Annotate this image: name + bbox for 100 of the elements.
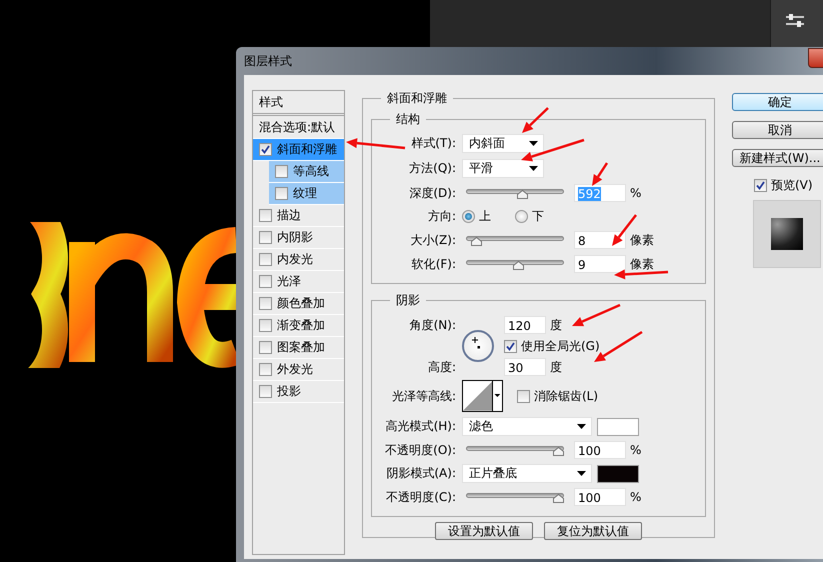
- style-item[interactable]: 描边: [253, 205, 344, 227]
- style-label: 斜面和浮雕: [277, 141, 337, 158]
- angle-dial[interactable]: [462, 330, 494, 362]
- caret-icon: [492, 381, 502, 411]
- field-label: 样式(T):: [410, 135, 457, 152]
- opacity-field[interactable]: 100: [574, 488, 626, 506]
- color-swatch[interactable]: [597, 464, 639, 482]
- style-item[interactable]: 投影: [253, 381, 344, 403]
- field-label: 不透明度(O):: [384, 442, 457, 458]
- checkbox[interactable]: [259, 231, 272, 244]
- group-title: 斜面和浮雕: [386, 90, 448, 107]
- style-label: 内阴影: [277, 229, 313, 246]
- style-label: 颜色叠加: [277, 295, 325, 312]
- checkbox[interactable]: [259, 363, 272, 376]
- checkbox[interactable]: [259, 275, 272, 288]
- style-label: 等高线: [293, 163, 329, 180]
- unit-label: 度: [549, 316, 562, 334]
- checkbox[interactable]: [259, 253, 272, 266]
- highlight-mode-dropdown[interactable]: 滤色: [462, 417, 592, 436]
- caret-icon: [577, 471, 586, 476]
- field-label: 高光模式(H):: [384, 418, 457, 435]
- group-title: 结构: [395, 111, 421, 128]
- size-field[interactable]: 8: [574, 231, 626, 249]
- checkbox[interactable]: [259, 143, 272, 156]
- soften-field[interactable]: 9: [574, 255, 626, 273]
- technique-dropdown[interactable]: 平滑: [462, 159, 544, 178]
- opacity-slider[interactable]: [466, 444, 564, 456]
- checkbox[interactable]: [259, 341, 272, 354]
- style-item[interactable]: 斜面和浮雕: [253, 139, 344, 161]
- radio-button[interactable]: [515, 210, 528, 223]
- opacity-field[interactable]: 100: [574, 441, 626, 459]
- altitude-field[interactable]: 30: [504, 358, 546, 376]
- color-swatch[interactable]: [597, 418, 639, 436]
- style-item[interactable]: 外发光: [253, 359, 344, 381]
- unit-label: 像素: [629, 256, 654, 272]
- crosshair-icon: [472, 337, 481, 349]
- opacity-slider[interactable]: [466, 490, 564, 504]
- style-label: 图案叠加: [277, 339, 325, 356]
- style-label: 光泽: [277, 273, 301, 290]
- radio-button[interactable]: [462, 210, 475, 223]
- angle-field[interactable]: 120: [504, 316, 546, 334]
- annotation-arrow: [592, 162, 608, 186]
- annotation-arrow: [614, 269, 668, 280]
- field-label: 角度(N):: [408, 316, 457, 334]
- style-item[interactable]: 光泽: [253, 271, 344, 293]
- checkbox[interactable]: [754, 179, 767, 192]
- radio-label: 下: [532, 208, 544, 225]
- checkbox[interactable]: [517, 390, 530, 402]
- style-item[interactable]: 渐变叠加: [253, 315, 344, 337]
- field-label: 光泽等高线:: [390, 388, 457, 404]
- style-label: 描边: [277, 207, 301, 224]
- style-item[interactable]: 等高线: [269, 161, 344, 183]
- annotation-arrow: [521, 138, 584, 162]
- depth-slider[interactable]: [466, 186, 564, 200]
- style-label: 渐变叠加: [277, 317, 325, 334]
- field-label: 高度:: [426, 358, 457, 376]
- checkbox-label: 预览(V): [771, 177, 813, 194]
- style-item[interactable]: 内发光: [253, 249, 344, 271]
- caret-icon: [577, 424, 586, 429]
- soften-slider[interactable]: [466, 258, 564, 270]
- caret-icon: [529, 166, 538, 171]
- default-button[interactable]: 设置为默认值: [435, 522, 533, 540]
- style-label: 外发光: [277, 361, 313, 378]
- style-label: 投影: [277, 383, 301, 400]
- window-title: 图层样式: [244, 52, 292, 70]
- preview-swatch: [771, 218, 803, 250]
- field-label: 方向:: [426, 208, 457, 225]
- style-item[interactable]: 图案叠加: [253, 337, 344, 359]
- style-label: 纹理: [293, 185, 317, 202]
- checkbox[interactable]: [504, 340, 517, 352]
- unit-label: %: [629, 490, 642, 504]
- style-dropdown[interactable]: 内斜面: [462, 134, 544, 153]
- annotation-arrow: [572, 304, 620, 326]
- style-label: 内发光: [277, 251, 313, 268]
- unit-label: 像素: [629, 232, 654, 248]
- unit-label: 度: [549, 358, 562, 376]
- checkbox[interactable]: [259, 209, 272, 222]
- action-button[interactable]: 新建样式(W)...: [732, 149, 823, 167]
- unit-label: %: [629, 443, 642, 457]
- sliders-icon[interactable]: [785, 14, 805, 28]
- size-slider[interactable]: [466, 234, 564, 246]
- checkbox[interactable]: [275, 165, 288, 178]
- default-button[interactable]: 复位为默认值: [544, 522, 642, 540]
- caret-icon: [529, 141, 538, 146]
- checkbox[interactable]: [275, 187, 288, 200]
- contour-picker[interactable]: [462, 380, 503, 412]
- field-label: 大小(Z):: [409, 232, 457, 248]
- checkbox[interactable]: [259, 297, 272, 310]
- action-button[interactable]: 取消: [732, 121, 823, 139]
- shadow-mode-dropdown[interactable]: 正片叠底: [462, 464, 592, 483]
- checkbox-label: 消除锯齿(L): [534, 388, 598, 404]
- field-label: 方法(Q):: [408, 160, 457, 177]
- ok-button[interactable]: 确定: [732, 93, 823, 111]
- field-label: 软化(F):: [410, 256, 457, 272]
- list-header: 样式: [253, 91, 344, 116]
- style-item[interactable]: 颜色叠加: [253, 293, 344, 315]
- checkbox[interactable]: [259, 319, 272, 332]
- style-item[interactable]: 纹理: [269, 183, 344, 205]
- style-item[interactable]: 内阴影: [253, 227, 344, 249]
- checkbox[interactable]: [259, 385, 272, 398]
